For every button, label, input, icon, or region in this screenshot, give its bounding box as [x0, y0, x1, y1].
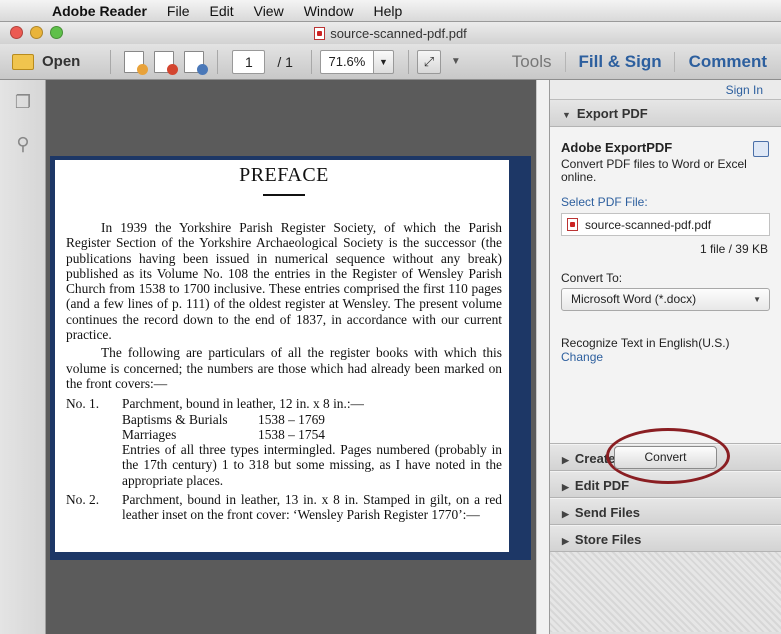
collapsed-triangle-icon: ▶ [562, 482, 569, 492]
document-heading: PREFACE [239, 164, 329, 186]
chevron-down-icon: ▼ [753, 295, 761, 304]
menu-file[interactable]: File [157, 3, 200, 19]
expanded-triangle-icon: ▼ [562, 110, 571, 120]
store-files-header[interactable]: ▶ Store Files [550, 525, 781, 552]
folder-icon [12, 53, 34, 70]
toolbar-more-icon[interactable]: ▼ [451, 56, 461, 67]
open-label: Open [42, 53, 81, 70]
tools-pane-link[interactable]: Tools [498, 52, 566, 72]
menu-window[interactable]: Window [294, 3, 364, 19]
page-number-input[interactable]: 1 [232, 49, 266, 74]
entry-number: No. 2. [66, 492, 100, 508]
toolbar-divider [310, 49, 312, 74]
entry-row: Marriages 1538 – 1754 [122, 426, 325, 442]
convert-format-value: Microsoft Word (*.docx) [571, 292, 697, 306]
document-paragraph: The following are particulars of all the… [66, 345, 502, 391]
zoom-dropdown-icon[interactable]: ▼ [373, 49, 394, 74]
file-size: 1 file / 39 KB [699, 242, 768, 256]
pdf-file-icon [314, 26, 326, 40]
toolbar-pane-links: Tools Fill & Sign Comment [498, 44, 781, 80]
minimize-window-button[interactable] [30, 26, 43, 39]
sign-in-link[interactable]: Sign In [550, 80, 781, 100]
menu-help[interactable]: Help [364, 3, 413, 19]
pdf-file-icon [567, 218, 578, 231]
export-pdf-icon[interactable] [154, 50, 179, 75]
menu-app-name[interactable]: Adobe Reader [38, 3, 157, 19]
toolbar-divider [217, 49, 219, 74]
toolbar-divider [407, 49, 409, 74]
recognize-text-label: Recognize Text in English(U.S.) [561, 336, 730, 350]
entry-text: Parchment, bound in leather, 13 in. x 8 … [122, 492, 502, 523]
export-title: Adobe ExportPDF [561, 140, 673, 155]
export-description: Convert PDF files to Word or Excel onlin… [561, 157, 747, 184]
window-title: source-scanned-pdf.pdf [330, 25, 467, 41]
menu-edit[interactable]: Edit [199, 3, 243, 19]
window-controls [10, 26, 63, 39]
entry-number: No. 1. [66, 396, 100, 412]
export-pdf-header[interactable]: ▼ Export PDF [550, 100, 781, 127]
create-pdf-icon[interactable] [124, 50, 149, 75]
menu-view[interactable]: View [244, 3, 294, 19]
main-toolbar: Open 1 / 1 71.6% ▼ ⤢ ▼ Tools Fill & Sign… [0, 44, 781, 80]
page-count: / 1 [277, 54, 293, 70]
register-entry: No. 1. Parchment, bound in leather, 12 i… [66, 396, 502, 488]
full-screen-icon[interactable]: ⤢ [416, 49, 441, 74]
comment-pane-link[interactable]: Comment [673, 52, 781, 72]
navigation-pane: ❐ ⚲ [0, 80, 46, 634]
select-file-label: Select PDF File: [561, 195, 648, 209]
tools-panel: Sign In ▼ Export PDF Adobe ExportPDF Conv… [550, 80, 781, 634]
total-pages: 1 [285, 53, 293, 70]
export-pdf-section: Adobe ExportPDF Convert PDF files to Wor… [550, 127, 781, 484]
selected-file-name: source-scanned-pdf.pdf [585, 217, 712, 232]
menu-bar: Adobe Reader File Edit View Window Help [0, 0, 781, 22]
convert-button[interactable]: Convert [614, 446, 717, 469]
entry-text: Entries of all three types intermingled.… [122, 442, 502, 488]
convert-format-select[interactable]: Microsoft Word (*.docx) ▼ [561, 288, 770, 311]
document-paragraph: In 1939 the Yorkshire Parish Register So… [66, 220, 502, 343]
collapsed-triangle-icon: ▶ [562, 536, 569, 546]
vertical-scrollbar[interactable] [536, 80, 550, 634]
document-viewer[interactable]: PREFACE In 1939 the Yorkshire Parish Reg… [46, 80, 536, 634]
open-button[interactable]: Open [0, 53, 102, 70]
page-thumbnails-icon[interactable]: ❐ [13, 92, 33, 112]
selected-file-field[interactable]: source-scanned-pdf.pdf [561, 213, 770, 236]
zoom-input[interactable]: 71.6% [319, 49, 374, 74]
change-language-link[interactable]: Change [561, 350, 770, 364]
close-window-button[interactable] [10, 26, 23, 39]
export-pdf-icon [753, 141, 769, 157]
window-title-bar: source-scanned-pdf.pdf [0, 22, 781, 44]
heading-rule [263, 194, 305, 196]
fill-sign-pane-link[interactable]: Fill & Sign [565, 52, 673, 72]
edit-sign-icon[interactable] [184, 50, 209, 75]
collapsed-triangle-icon: ▶ [562, 455, 569, 465]
entry-row: Baptisms & Burials 1538 – 1769 [122, 411, 325, 427]
panel-empty-area [550, 552, 781, 632]
send-files-header[interactable]: ▶ Send Files [550, 498, 781, 525]
pdf-page: PREFACE In 1939 the Yorkshire Parish Reg… [55, 160, 509, 552]
register-entry: No. 2. Parchment, bound in leather, 13 i… [66, 492, 502, 523]
entry-text: Parchment, bound in leather, 12 in. x 8 … [122, 396, 364, 412]
collapsed-triangle-icon: ▶ [562, 509, 569, 519]
attachments-icon[interactable]: ⚲ [13, 134, 33, 154]
page-separator: / [277, 53, 282, 70]
convert-to-label: Convert To: [561, 271, 623, 285]
zoom-window-button[interactable] [50, 26, 63, 39]
toolbar-divider [110, 49, 112, 74]
